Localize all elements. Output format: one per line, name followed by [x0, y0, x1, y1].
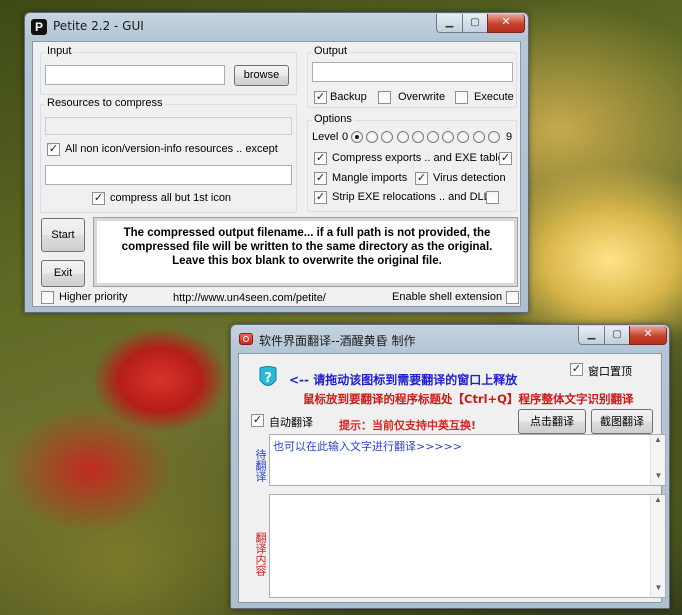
level-max-label: 9: [506, 131, 513, 143]
compress-icon-label: compress all but 1st icon: [110, 192, 232, 204]
result-scrollbar[interactable]: ▲ ▼: [650, 495, 665, 597]
high-priority-label: Higher priority: [59, 291, 128, 303]
petite-window: P Petite 2.2 - GUI ▁ ▢ ✕ Input browse Re…: [24, 12, 529, 313]
translator-maximize-button[interactable]: ▢: [604, 326, 630, 345]
translator-titlebar[interactable]: 软件界面翻译--酒醒黄昏 制作 ▁ ▢ ✕: [231, 325, 669, 352]
result-side-label-text: 翻译内容: [254, 532, 267, 576]
options-group: Options Level 0 9 ✓ Compress exports .. …: [307, 113, 517, 212]
level-radio-0[interactable]: [351, 131, 363, 143]
strip-relocations-checkbox[interactable]: ✓: [314, 191, 327, 204]
input-group: Input browse: [40, 45, 297, 95]
screenshot-translate-button[interactable]: 截图翻译: [591, 409, 653, 434]
mangle-imports-checkbox[interactable]: ✓: [314, 172, 327, 185]
hint-text: 提示：当前仅支持中英互换!: [339, 419, 477, 432]
drag-instruction: <-- 请拖动该图标到需要翻译的窗口上释放: [289, 373, 518, 387]
result-textarea[interactable]: ▲ ▼: [269, 494, 666, 598]
question-mark-drop-icon[interactable]: ?: [257, 365, 279, 391]
strip-relocations-label: Strip EXE relocations .. and DLL: [332, 191, 490, 203]
help-text-box: The compressed output filename... if a f…: [93, 217, 518, 287]
result-side-label: 翻译内容: [245, 514, 267, 594]
all-resources-label: All non icon/version-info resources .. e…: [65, 143, 278, 155]
level-radio-8[interactable]: [472, 131, 485, 143]
exe-table-checkbox[interactable]: ✓: [499, 152, 512, 165]
level-label: Level: [312, 131, 339, 143]
execute-label: Execute: [474, 91, 514, 103]
translator-app-icon: [239, 333, 253, 345]
execute-checkbox[interactable]: [455, 91, 468, 104]
minimize-button[interactable]: ▁: [436, 14, 463, 33]
browse-button[interactable]: browse: [234, 65, 289, 86]
petite-app-icon: P: [31, 19, 47, 35]
virus-detection-checkbox[interactable]: ✓: [415, 172, 428, 185]
dll-checkbox[interactable]: [486, 191, 499, 204]
window-title: Petite 2.2 - GUI: [53, 19, 144, 33]
svg-text:?: ?: [264, 371, 272, 386]
compress-exports-label: Compress exports .. and EXE table: [332, 152, 504, 164]
auto-translate-checkbox[interactable]: ✓: [251, 414, 264, 427]
all-resources-checkbox[interactable]: ✓: [47, 143, 60, 156]
translator-close-button[interactable]: ✕: [629, 326, 667, 345]
translator-window: 软件界面翻译--酒醒黄昏 制作 ▁ ▢ ✕ ? ✓ 窗口置顶 <-- 请拖动该图…: [230, 324, 670, 609]
shell-extension-label: Enable shell extension: [392, 291, 503, 303]
backup-checkbox[interactable]: ✓: [314, 91, 327, 104]
compress-exports-checkbox[interactable]: ✓: [314, 152, 327, 165]
input-file-field[interactable]: [45, 65, 225, 85]
level-radio-2[interactable]: [381, 131, 394, 143]
level-radio-9[interactable]: [487, 131, 500, 143]
overwrite-label: Overwrite: [398, 91, 446, 103]
source-side-label-text: 待翻译: [254, 448, 267, 482]
compress-icon-checkbox[interactable]: ✓: [92, 192, 105, 205]
virus-detection-label: Virus detection: [433, 172, 506, 184]
source-scrollbar[interactable]: ▲ ▼: [650, 435, 665, 485]
level-radio-5[interactable]: [427, 131, 439, 143]
level-radio-1[interactable]: [366, 131, 379, 143]
high-priority-checkbox[interactable]: [41, 291, 54, 304]
close-button[interactable]: ✕: [487, 14, 525, 33]
translator-minimize-button[interactable]: ▁: [578, 326, 605, 345]
resources-field[interactable]: [45, 117, 292, 135]
translator-client-area: ? ✓ 窗口置顶 <-- 请拖动该图标到需要翻译的窗口上释放 鼠标放到要翻译的程…: [238, 353, 666, 603]
maximize-button[interactable]: ▢: [462, 14, 488, 33]
window-on-top-checkbox[interactable]: ✓: [570, 363, 583, 376]
level-radio-3[interactable]: [396, 131, 409, 143]
translator-title: 软件界面翻译--酒醒黄昏 制作: [259, 334, 416, 348]
source-textarea[interactable]: 也可以在此输入文字进行翻译>>>>> ▲ ▼: [269, 434, 666, 486]
resources-group-label: Resources to compress: [45, 97, 165, 109]
output-file-field[interactable]: [312, 62, 513, 82]
mangle-imports-label: Mangle imports: [332, 172, 408, 184]
exit-button[interactable]: Exit: [41, 260, 85, 287]
click-translate-button[interactable]: 点击翻译: [518, 409, 586, 434]
source-side-label: 待翻译: [245, 440, 267, 490]
start-button[interactable]: Start: [41, 218, 85, 252]
petite-client-area: Input browse Resources to compress ✓ All…: [32, 41, 521, 307]
except-resources-field[interactable]: [45, 165, 292, 185]
petite-titlebar[interactable]: P Petite 2.2 - GUI ▁ ▢ ✕: [25, 13, 528, 40]
source-text: 也可以在此输入文字进行翻译>>>>>: [273, 440, 463, 453]
auto-translate-label: 自动翻译: [269, 416, 313, 429]
backup-label: Backup: [330, 91, 367, 103]
level-radio-4[interactable]: [411, 131, 424, 143]
level-radio-7[interactable]: [457, 131, 470, 143]
level-radio-6[interactable]: [442, 131, 455, 143]
output-group-label: Output: [312, 45, 350, 57]
level-min-label: 0: [342, 131, 349, 143]
help-text: The compressed output filename... if a f…: [121, 227, 493, 267]
homepage-link[interactable]: http://www.un4seen.com/petite/: [173, 292, 326, 304]
resources-group: Resources to compress ✓ All non icon/ver…: [40, 97, 297, 213]
options-group-label: Options: [312, 113, 354, 125]
output-group: Output ✓ Backup Overwrite Execute: [307, 45, 517, 108]
overwrite-checkbox[interactable]: [378, 91, 391, 104]
shell-extension-checkbox[interactable]: [506, 291, 519, 304]
window-on-top-label: 窗口置顶: [588, 365, 632, 378]
hotkey-instruction: 鼠标放到要翻译的程序标题处【Ctrl+Q】程序整体文字识别翻译: [303, 392, 634, 406]
input-group-label: Input: [45, 45, 74, 57]
